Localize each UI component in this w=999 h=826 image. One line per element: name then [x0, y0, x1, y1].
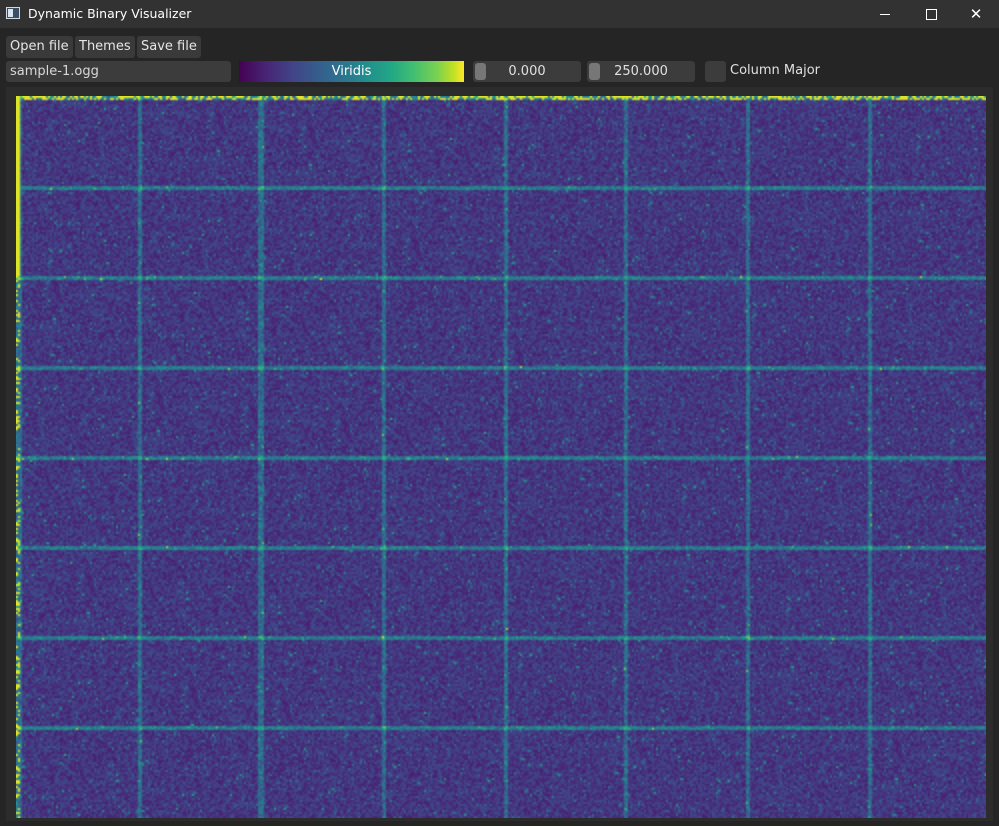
save-file-button[interactable]: Save file: [137, 36, 201, 58]
colormap-selector[interactable]: Viridis: [239, 61, 464, 82]
range-max-slider[interactable]: 250.000: [587, 61, 695, 82]
minimize-button[interactable]: [862, 0, 908, 28]
binary-visualization-canvas[interactable]: [16, 96, 986, 818]
close-icon: ✕: [969, 5, 983, 23]
maximize-button[interactable]: [908, 0, 954, 28]
range-max-value: 250.000: [614, 64, 668, 79]
close-button[interactable]: ✕: [953, 0, 999, 28]
column-major-label: Column Major: [730, 63, 821, 78]
window-title: Dynamic Binary Visualizer: [28, 6, 192, 21]
title-bar: Dynamic Binary Visualizer ✕: [0, 0, 999, 28]
open-file-button[interactable]: Open file: [6, 36, 73, 58]
app-window-icon: [6, 7, 20, 19]
column-major-checkbox[interactable]: [705, 61, 726, 82]
filename-field[interactable]: sample-1.ogg: [6, 61, 231, 82]
range-min-value: 0.000: [508, 64, 546, 79]
themes-button[interactable]: Themes: [75, 36, 135, 58]
range-min-slider[interactable]: 0.000: [473, 61, 581, 82]
minimize-icon: [880, 14, 890, 15]
maximize-icon: [925, 9, 937, 20]
